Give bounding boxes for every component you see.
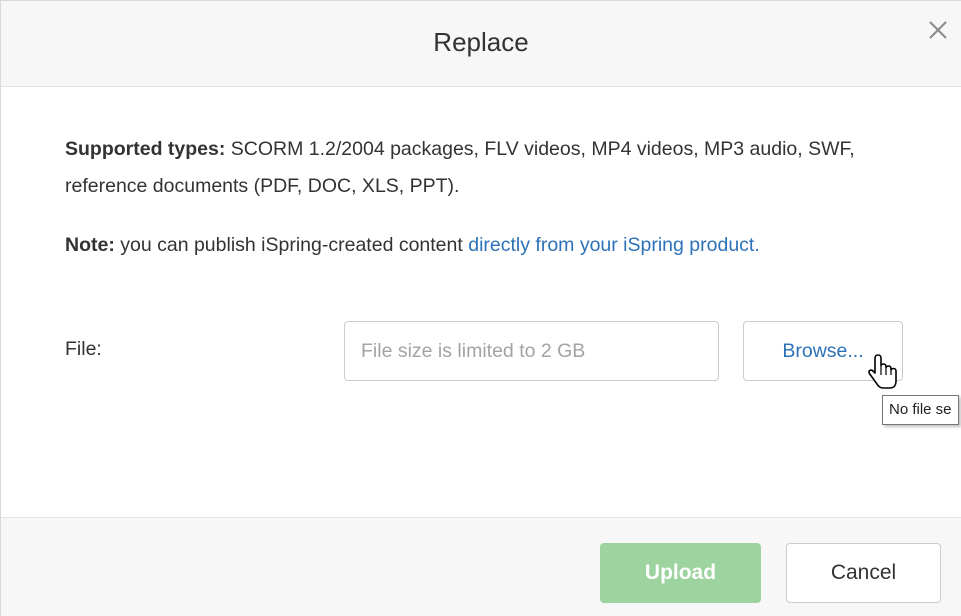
supported-types-text: Supported types: SCORM 1.2/2004 packages…: [65, 131, 865, 205]
note-text: Note: you can publish iSpring-created co…: [65, 227, 865, 264]
dialog-footer: Upload Cancel: [1, 517, 961, 616]
replace-dialog: Replace Supported types: SCORM 1.2/2004 …: [0, 0, 961, 616]
dialog-title: Replace: [433, 27, 529, 57]
note-description: you can publish iSpring-created content: [114, 234, 469, 256]
note-label: Note:: [65, 234, 115, 256]
close-icon[interactable]: [923, 15, 953, 45]
cancel-button[interactable]: Cancel: [786, 543, 941, 603]
file-label: File:: [65, 338, 102, 360]
dialog-body: Supported types: SCORM 1.2/2004 packages…: [1, 87, 961, 517]
upload-button[interactable]: Upload: [600, 543, 761, 603]
publish-directly-link[interactable]: directly from your iSpring product.: [468, 234, 760, 256]
supported-types-label: Supported types:: [65, 138, 226, 160]
file-input[interactable]: [344, 321, 719, 381]
file-tooltip: No file se: [882, 395, 959, 425]
dialog-header: Replace: [1, 1, 961, 87]
hand-pointer-icon: [867, 353, 901, 393]
